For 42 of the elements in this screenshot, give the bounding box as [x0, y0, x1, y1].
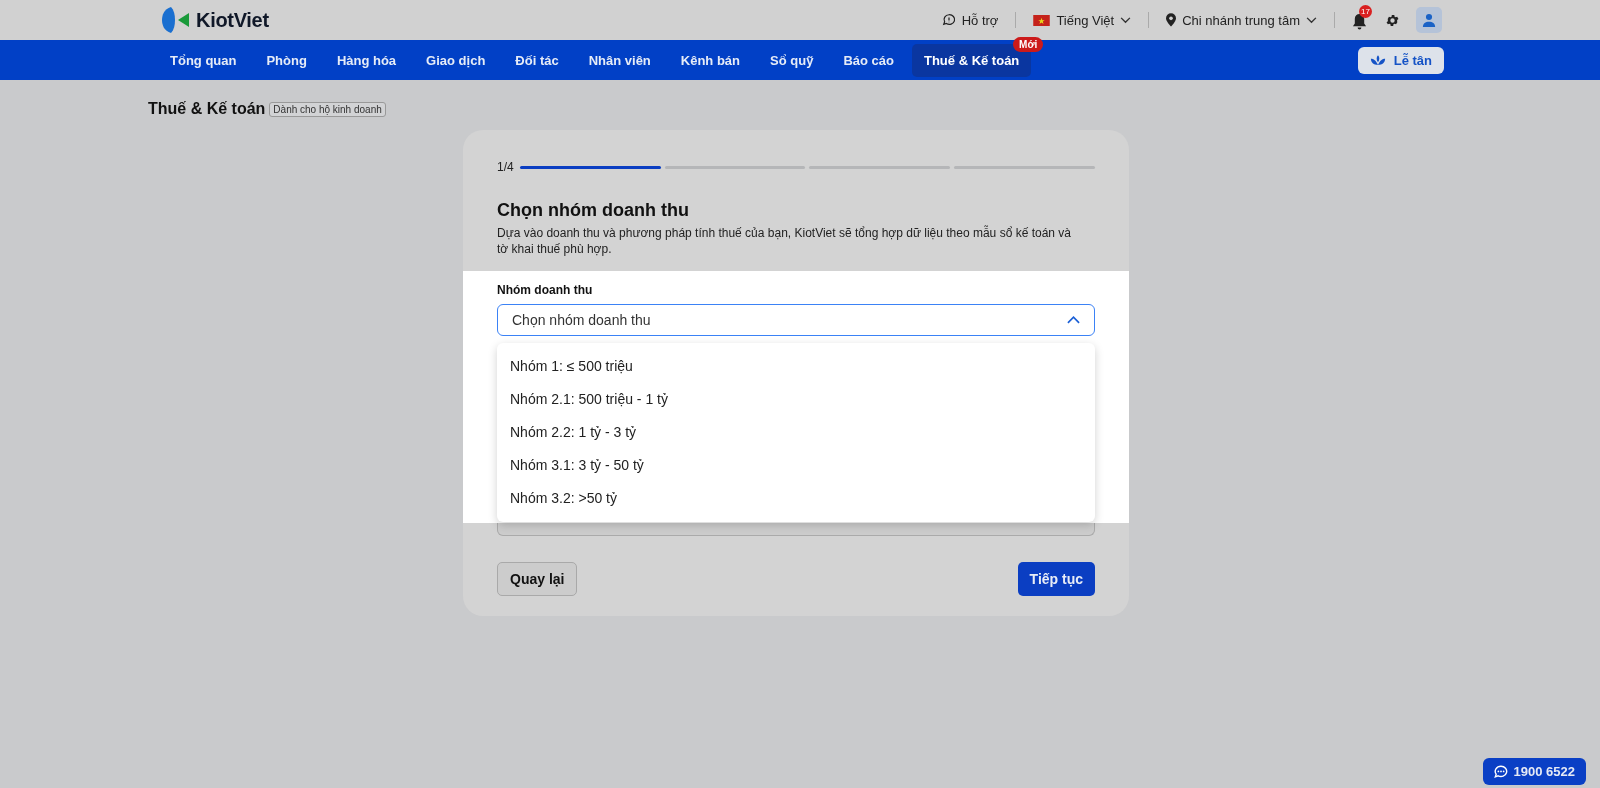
- next-button[interactable]: Tiếp tục: [1017, 562, 1095, 596]
- wizard-description: Dựa vào doanh thu và phương pháp tính thuế của bạn, KiotViet sẽ tổng hợp dữ liệu theo mẫu sổ kế toán và tờ khai thuế phù hợp.: [497, 225, 1072, 257]
- flag-icon: [1033, 14, 1051, 26]
- reception-button[interactable]: Lễ tân: [1357, 46, 1444, 74]
- revenue-group-select[interactable]: Chọn nhóm doanh thu: [497, 304, 1095, 336]
- chat-icon: [941, 13, 956, 27]
- chat-icon: [1493, 764, 1508, 779]
- nav-tab[interactable]: Đối tác: [503, 43, 571, 77]
- nav-tab[interactable]: Phòng: [254, 43, 319, 77]
- nav-tab[interactable]: Hàng hóa: [324, 43, 409, 77]
- dropdown-option[interactable]: Nhóm 3.1: 3 tỷ - 50 tỷ: [497, 449, 1095, 482]
- chevron-down-icon: [1120, 16, 1132, 24]
- dropdown-option[interactable]: Nhóm 3.2: >50 tỷ: [497, 482, 1095, 515]
- user-avatar-button[interactable]: [1416, 7, 1442, 33]
- nav-tab[interactable]: Sổ quỹ: [758, 43, 826, 77]
- nav-tab[interactable]: Báo cáo: [831, 43, 906, 77]
- lotus-icon: [1369, 53, 1386, 67]
- logo-icon: [162, 6, 190, 34]
- nav-tab[interactable]: Nhân viên: [576, 43, 663, 77]
- notification-badge: 17: [1359, 4, 1372, 18]
- chevron-down-icon: [1306, 16, 1317, 24]
- back-button[interactable]: Quay lại: [497, 562, 578, 596]
- nav-tab[interactable]: Giao dịch: [414, 43, 498, 77]
- branch-selector[interactable]: Chi nhánh trung tâm: [1166, 12, 1317, 28]
- field-label: Nhóm doanh thu: [497, 283, 594, 297]
- hotline-button[interactable]: 1900 6522: [1482, 758, 1586, 785]
- dropdown-option[interactable]: Nhóm 2.1: 500 triệu - 1 tỷ: [497, 383, 1095, 416]
- location-pin-icon: [1166, 13, 1177, 27]
- page-tag: Dành cho hộ kinh doanh: [269, 101, 386, 117]
- nav-tab[interactable]: Kênh bán: [668, 43, 753, 77]
- language-selector[interactable]: Tiếng Việt: [1033, 12, 1132, 28]
- dropdown-option[interactable]: Nhóm 1: ≤ 500 triệu: [497, 350, 1095, 383]
- wizard-heading: Chọn nhóm doanh thu: [497, 200, 690, 221]
- user-icon: [1422, 13, 1436, 27]
- step-counter: 1/4: [497, 160, 514, 174]
- dropdown-option[interactable]: Nhóm 2.2: 1 tỷ - 3 tỷ: [497, 416, 1095, 449]
- logo[interactable]: KiotViet: [162, 6, 269, 34]
- settings-icon[interactable]: [1385, 12, 1400, 28]
- nav-tab[interactable]: Tổng quan: [158, 43, 249, 77]
- chevron-up-icon: [1067, 316, 1080, 324]
- page-title: Thuế & Kế toán: [148, 100, 266, 118]
- support-link[interactable]: Hỗ trợ: [941, 12, 999, 28]
